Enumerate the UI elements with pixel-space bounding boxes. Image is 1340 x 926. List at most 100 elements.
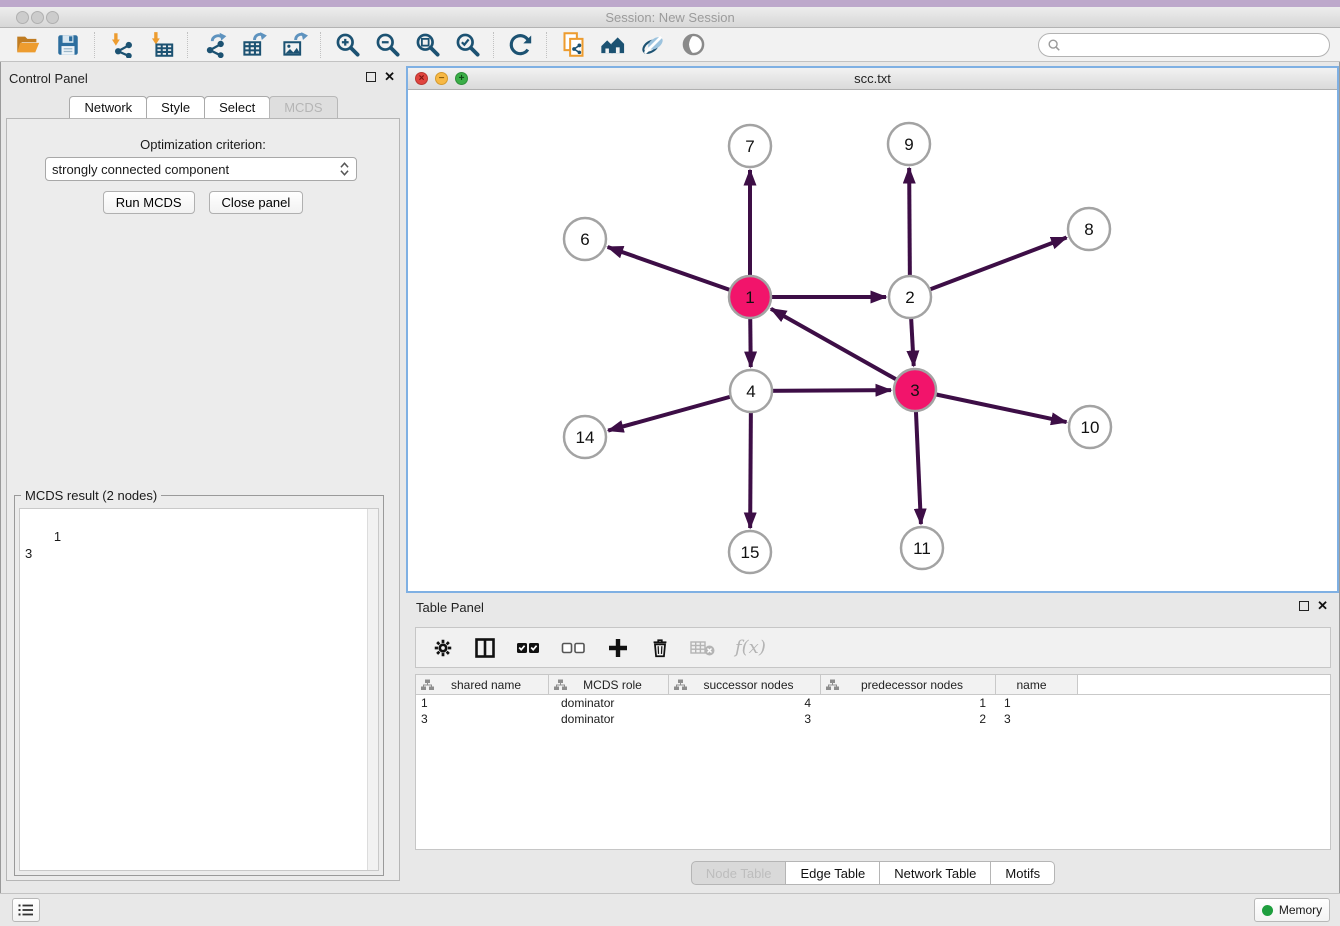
delete-table-icon[interactable] (690, 638, 716, 658)
tab-motifs[interactable]: Motifs (991, 861, 1055, 885)
node-8[interactable]: 8 (1068, 208, 1110, 250)
column-header-predecessor-nodes[interactable]: predecessor nodes (821, 675, 996, 694)
table-body: 1dominator4113dominator323 (416, 695, 1330, 727)
node-11[interactable]: 11 (901, 527, 943, 569)
deselect-all-columns-icon[interactable] (561, 637, 587, 659)
cell-name[interactable]: 1 (996, 696, 1078, 710)
tab-mcds[interactable]: MCDS (269, 96, 337, 118)
node-label: 1 (745, 288, 754, 307)
float-panel-icon[interactable] (366, 72, 376, 82)
memory-button[interactable]: Memory (1254, 898, 1330, 922)
float-table-panel-icon[interactable] (1299, 601, 1309, 611)
zoom-selected-button[interactable] (447, 30, 487, 60)
dropdown-value: strongly connected component (52, 162, 339, 177)
node-2[interactable]: 2 (889, 276, 931, 318)
network-graph: 1 2 3 4 6 7 8 9 10 11 14 15 (408, 90, 1337, 591)
node-10[interactable]: 10 (1069, 406, 1111, 448)
column-header-successor-nodes[interactable]: successor nodes (669, 675, 821, 694)
tab-edge-table[interactable]: Edge Table (786, 861, 880, 885)
clone-network-icon (560, 31, 587, 58)
houses-button[interactable] (593, 30, 633, 60)
tab-network[interactable]: Network (69, 96, 147, 118)
edge-2-8[interactable] (910, 238, 1067, 297)
column-header-shared-name[interactable]: shared name (416, 675, 549, 694)
zoom-out-icon (374, 31, 401, 58)
close-panel-button[interactable]: Close panel (209, 191, 304, 214)
zoom-selected-icon (454, 31, 481, 58)
apply-layout-button[interactable] (500, 30, 540, 60)
zoom-fit-button[interactable] (407, 30, 447, 60)
node-14[interactable]: 14 (564, 416, 606, 458)
cell-shared-name[interactable]: 1 (416, 696, 549, 710)
node-label: 3 (910, 381, 919, 400)
style-paint-button[interactable] (633, 30, 673, 60)
cell-successor-nodes[interactable]: 4 (669, 696, 821, 710)
split-panel-icon[interactable] (473, 636, 497, 660)
contrast-button[interactable] (673, 30, 713, 60)
delete-column-trash-icon[interactable] (649, 636, 671, 660)
mcds-result-text: 1 3 (25, 529, 61, 561)
settings-gear-icon[interactable] (432, 637, 454, 659)
edge-3-10[interactable] (915, 390, 1067, 422)
zoom-in-button[interactable] (327, 30, 367, 60)
tab-style[interactable]: Style (146, 96, 205, 118)
select-all-columns-icon[interactable] (516, 637, 542, 659)
cell-successor-nodes[interactable]: 3 (669, 712, 821, 726)
memory-label: Memory (1279, 903, 1322, 917)
column-header-name[interactable]: name (996, 675, 1078, 694)
import-table-button[interactable] (141, 30, 181, 60)
add-column-icon[interactable] (606, 636, 630, 660)
toolbar-separator (320, 32, 321, 58)
cell-shared-name[interactable]: 3 (416, 712, 549, 726)
column-sort-icon (826, 679, 839, 691)
node-15[interactable]: 15 (729, 531, 771, 573)
export-network-button[interactable] (194, 30, 234, 60)
control-panel-title: Control Panel (9, 71, 88, 86)
cell-MCDS-role[interactable]: dominator (549, 696, 669, 710)
network-view-frame: × − + scc.txt 1 2 3 4 6 7 8 9 10 11 14 15 (406, 66, 1339, 593)
node-7[interactable]: 7 (729, 125, 771, 167)
task-history-button[interactable] (12, 898, 40, 922)
node-9[interactable]: 9 (888, 123, 930, 165)
save-session-button[interactable] (48, 30, 88, 60)
table-row[interactable]: 3dominator323 (416, 711, 1330, 727)
paint-icon (639, 31, 667, 59)
network-frame-titlebar[interactable]: × − + scc.txt (408, 68, 1337, 90)
export-table-button[interactable] (234, 30, 274, 60)
network-canvas[interactable]: 1 2 3 4 6 7 8 9 10 11 14 15 (408, 90, 1337, 591)
cell-predecessor-nodes[interactable]: 2 (821, 712, 996, 726)
tab-node-table[interactable]: Node Table (691, 861, 787, 885)
node-label: 10 (1081, 418, 1100, 437)
main-toolbar (0, 28, 1340, 62)
result-scrollbar[interactable] (367, 509, 378, 870)
search-input[interactable] (1061, 38, 1329, 53)
table-row[interactable]: 1dominator411 (416, 695, 1330, 711)
import-network-button[interactable] (101, 30, 141, 60)
open-session-button[interactable] (8, 30, 48, 60)
import-network-icon (108, 31, 135, 58)
desktop-menubar-strip (0, 0, 1340, 7)
optimization-criterion-dropdown[interactable]: strongly connected component (45, 157, 357, 181)
cell-MCDS-role[interactable]: dominator (549, 712, 669, 726)
node-1[interactable]: 1 (729, 276, 771, 318)
zoom-out-button[interactable] (367, 30, 407, 60)
mcds-result-list[interactable]: 1 3 (19, 508, 379, 871)
search-field[interactable] (1038, 33, 1330, 57)
function-builder-icon[interactable]: f(x) (735, 637, 766, 658)
close-panel-icon[interactable]: ✕ (384, 72, 395, 82)
close-table-panel-icon[interactable]: ✕ (1317, 601, 1328, 611)
cell-predecessor-nodes[interactable]: 1 (821, 696, 996, 710)
edge-3-1[interactable] (771, 309, 915, 390)
clone-network-button[interactable] (553, 30, 593, 60)
tab-network-table[interactable]: Network Table (880, 861, 991, 885)
tab-select[interactable]: Select (204, 96, 270, 118)
run-mcds-button[interactable]: Run MCDS (103, 191, 195, 214)
export-image-button[interactable] (274, 30, 314, 60)
column-header-MCDS-role[interactable]: MCDS role (549, 675, 669, 694)
edge-1-6[interactable] (608, 247, 750, 297)
node-3[interactable]: 3 (894, 369, 936, 411)
node-6[interactable]: 6 (564, 218, 606, 260)
node-label: 8 (1084, 220, 1093, 239)
cell-name[interactable]: 3 (996, 712, 1078, 726)
node-4[interactable]: 4 (730, 370, 772, 412)
